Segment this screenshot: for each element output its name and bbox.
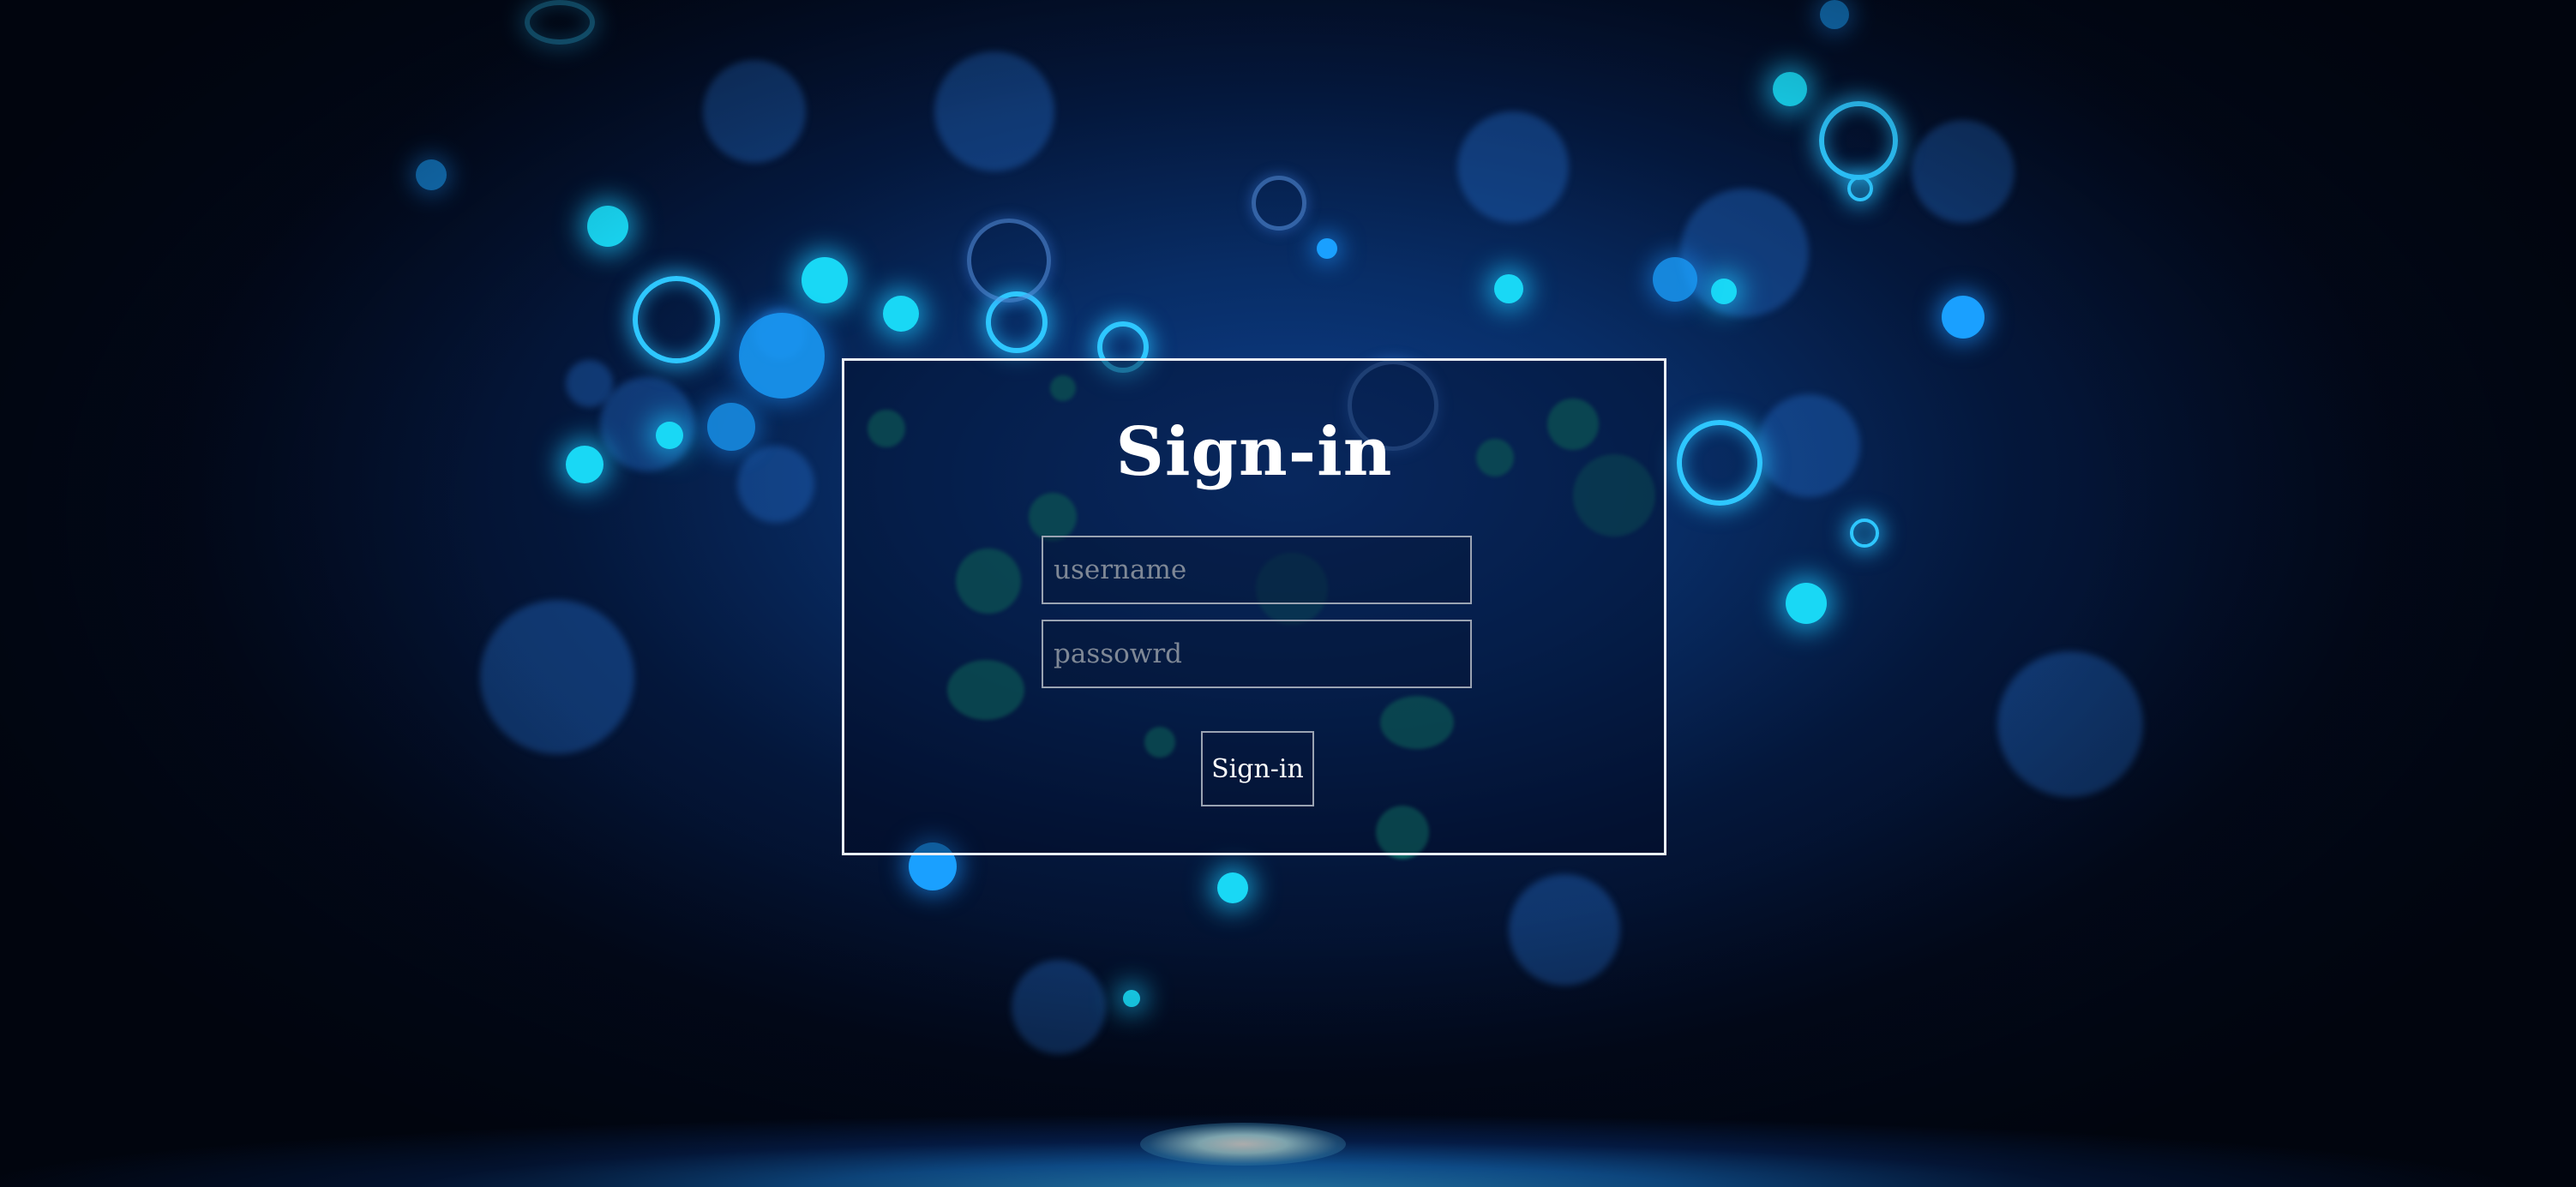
bokeh-light (633, 276, 720, 363)
bokeh-light (737, 446, 814, 523)
bokeh-light (802, 257, 848, 303)
bokeh-light (656, 422, 683, 449)
page-title: Sign-in (1115, 413, 1393, 491)
floor-flare (1140, 1123, 1346, 1166)
signin-button[interactable]: Sign-in (1201, 731, 1314, 806)
bokeh-light (1942, 296, 1985, 339)
bokeh-light (1850, 519, 1879, 548)
bokeh-light (1123, 990, 1140, 1007)
bokeh-light (600, 377, 694, 471)
bokeh-light (707, 403, 755, 451)
bokeh-light (1317, 238, 1337, 259)
bokeh-light (1677, 420, 1762, 506)
bokeh-light (416, 159, 447, 190)
bokeh-light (1653, 257, 1697, 302)
signin-form: Sign-in Sign-in (842, 358, 1666, 855)
bokeh-light (1997, 651, 2143, 797)
bokeh-light (1680, 189, 1809, 317)
bokeh-light (967, 219, 1051, 303)
bokeh-light (1912, 120, 2015, 223)
bokeh-light (1252, 176, 1306, 231)
password-input[interactable] (1042, 620, 1472, 688)
bokeh-light (1012, 960, 1106, 1054)
bokeh-light (480, 600, 634, 754)
bokeh-light (1847, 176, 1873, 201)
bokeh-light (1457, 111, 1569, 223)
bokeh-light (1819, 101, 1898, 180)
bokeh-light (1711, 279, 1737, 304)
bokeh-light (883, 296, 919, 332)
bokeh-light (566, 360, 613, 407)
bokeh-light (1217, 872, 1248, 903)
bokeh-light (703, 60, 806, 163)
username-input[interactable] (1042, 536, 1472, 604)
bokeh-light (934, 51, 1054, 171)
bokeh-light (1773, 72, 1807, 106)
bokeh-light (1820, 0, 1849, 29)
bokeh-light (566, 446, 603, 483)
bokeh-light (1494, 274, 1523, 303)
bokeh-light (739, 313, 825, 399)
bokeh-light (1757, 394, 1860, 497)
bokeh-light (1509, 874, 1620, 986)
bokeh-light (587, 206, 628, 247)
bokeh-light (525, 0, 595, 45)
bokeh-light (1786, 583, 1827, 624)
